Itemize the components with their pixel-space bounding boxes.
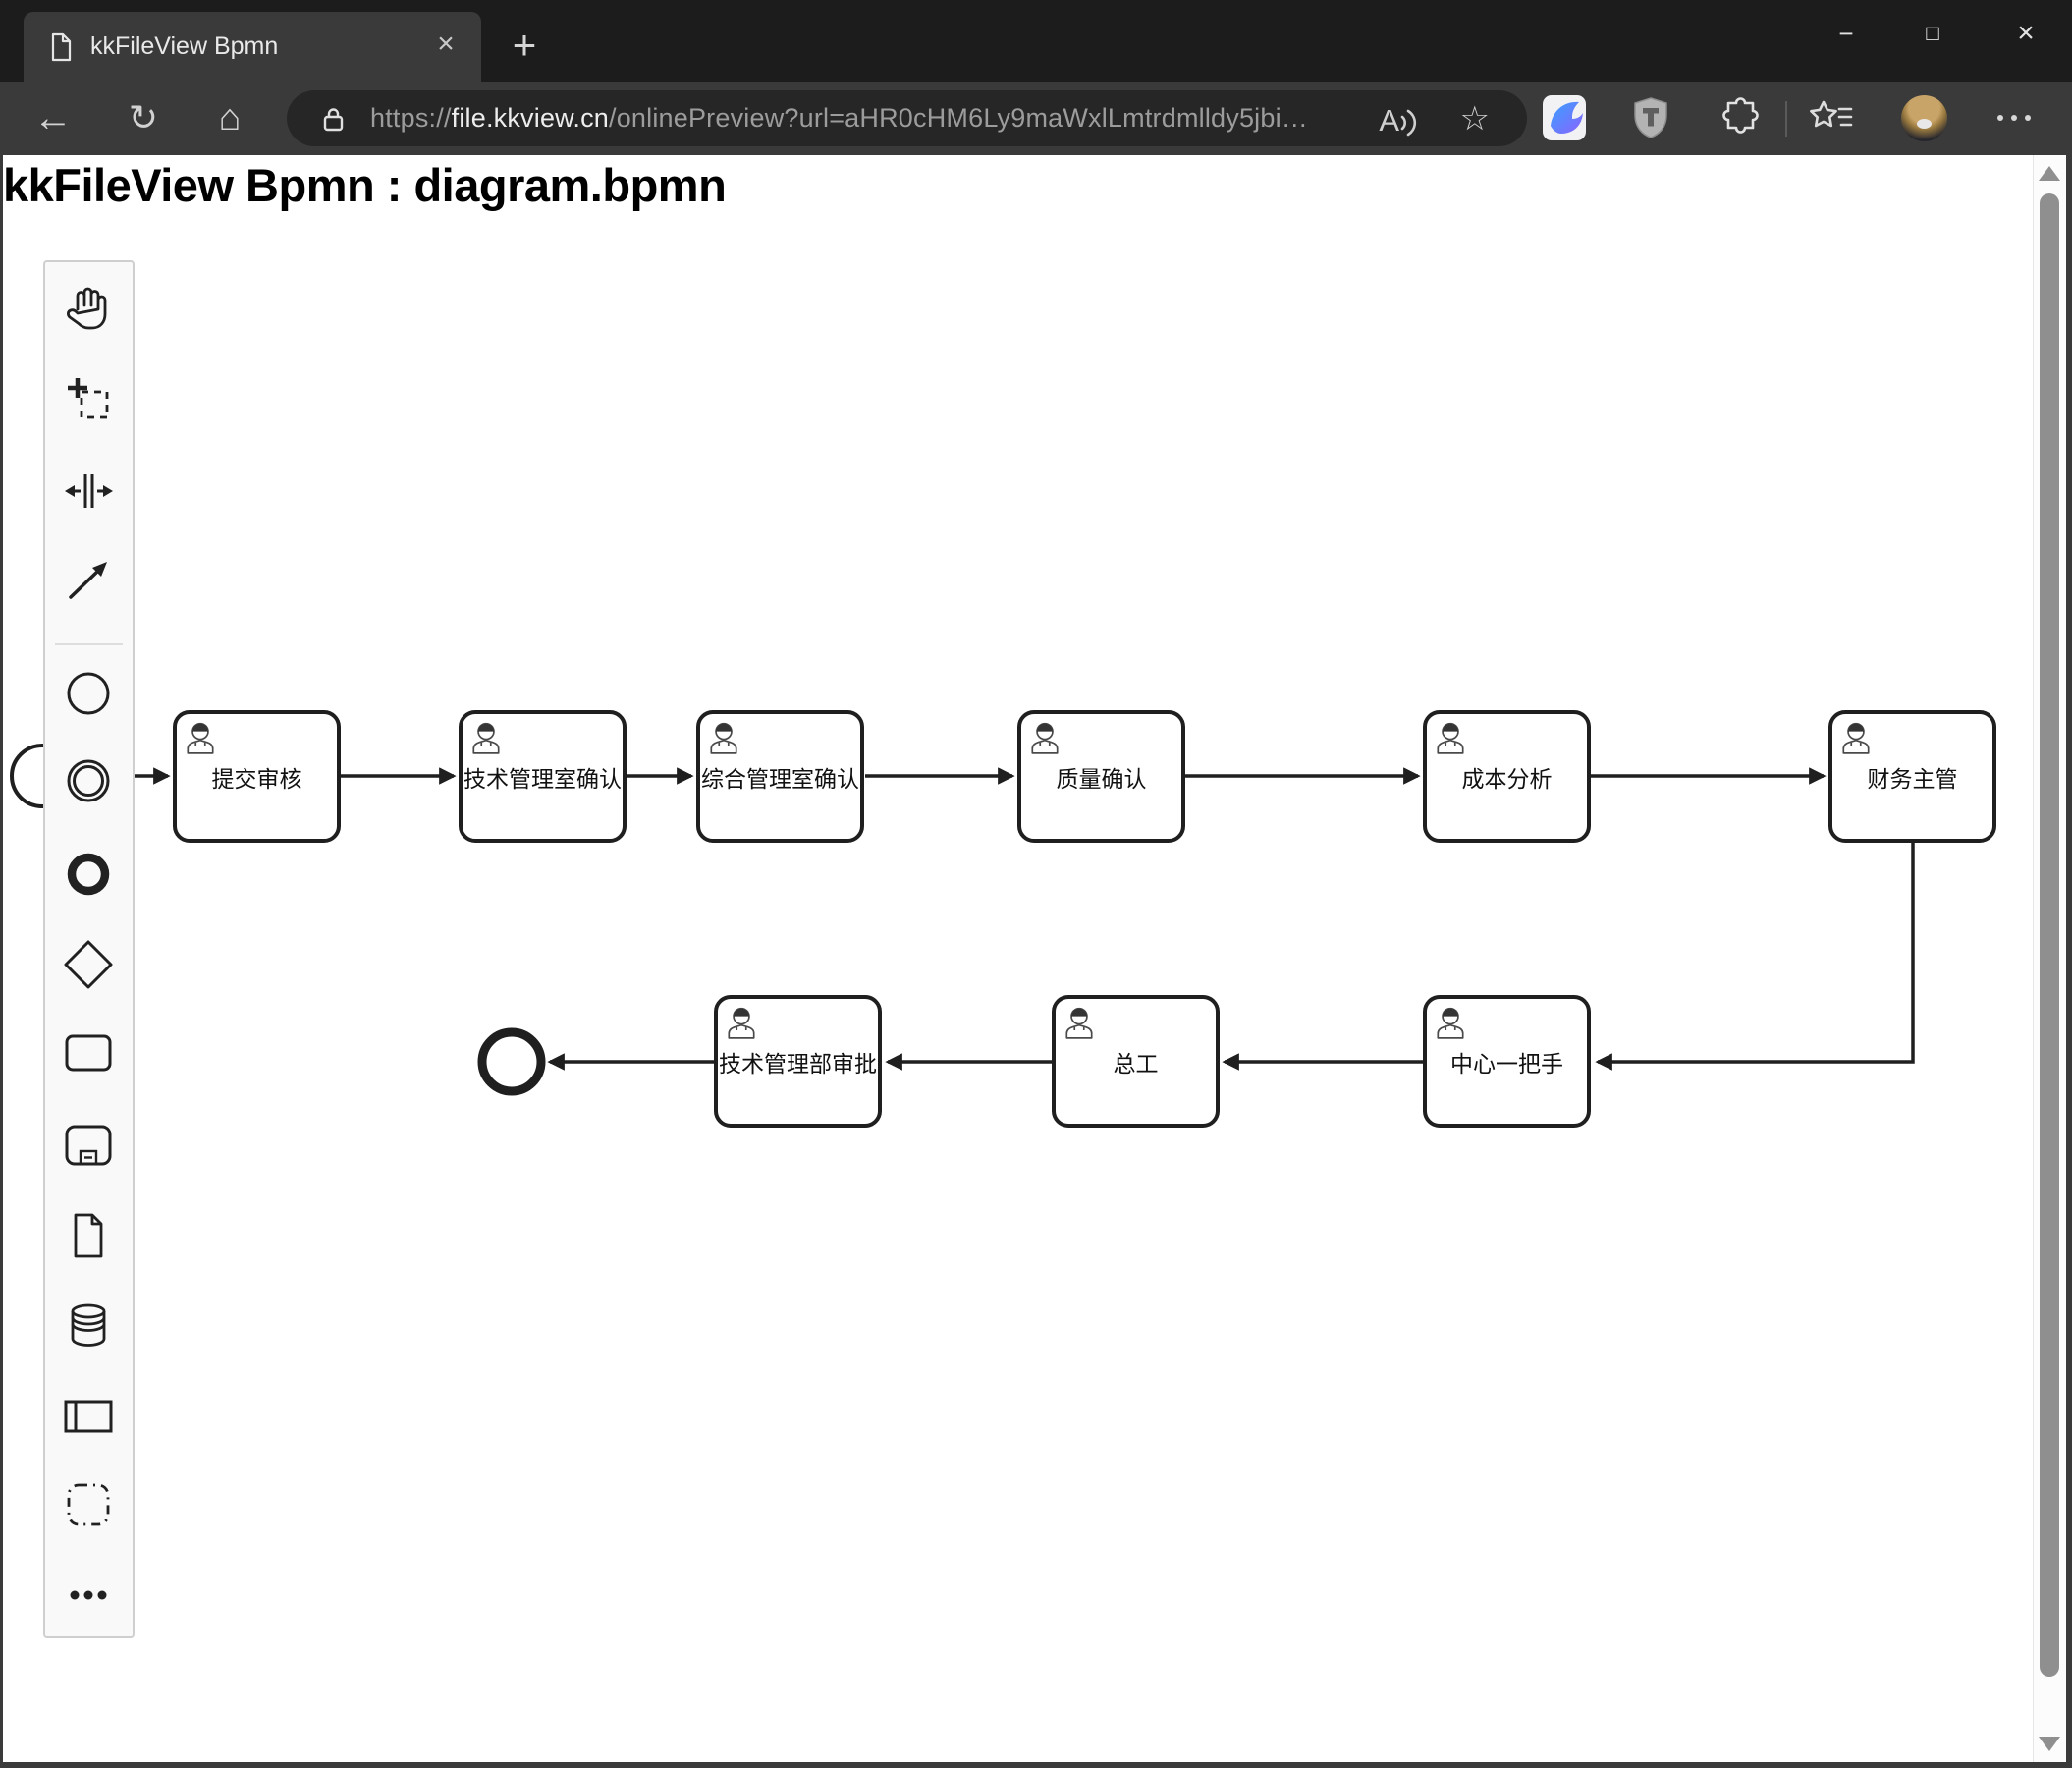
lasso-tool-icon[interactable] (62, 372, 115, 425)
create-participant-icon[interactable] (62, 1390, 115, 1443)
task-node[interactable]: 技术管理部审批 (714, 995, 882, 1128)
user-task-icon (472, 722, 500, 754)
create-data-store-icon[interactable] (62, 1298, 115, 1352)
create-group-icon[interactable] (62, 1478, 115, 1531)
page-document-icon (51, 32, 72, 61)
create-data-object-icon[interactable] (62, 1209, 115, 1262)
toolbar-divider (1785, 101, 1787, 137)
task-node[interactable]: 中心一把手 (1423, 995, 1591, 1128)
extension-bird-button[interactable] (1540, 93, 1589, 142)
task-node[interactable]: 提交审核 (173, 710, 341, 843)
extension-shield-button[interactable] (1626, 93, 1675, 142)
new-tab-button[interactable]: + (499, 22, 550, 73)
favorite-star-button[interactable]: ☆ (1460, 98, 1490, 139)
tab-title: kkFileView Bpmn (90, 32, 279, 60)
refresh-button[interactable]: ↻ (116, 89, 171, 146)
task-label: 财务主管 (1867, 765, 1958, 792)
task-label: 综合管理室确认 (701, 765, 859, 792)
browser-toolbar: ← ↻ ⌂ https://file.kkview.cn/onlinePrevi… (0, 82, 2072, 155)
bpmn-palette (43, 260, 135, 1638)
hand-tool-icon[interactable] (62, 283, 115, 336)
bpmn-canvas (10, 744, 1915, 1096)
profile-avatar[interactable] (1901, 95, 1947, 141)
scrollbar-thumb[interactable] (2040, 193, 2059, 1677)
create-intermediate-event-icon[interactable] (62, 754, 115, 807)
lock-icon (323, 107, 344, 131)
read-aloud-waves-icon (1400, 109, 1417, 137)
task-label: 成本分析 (1461, 765, 1553, 792)
task-label: 中心一把手 (1450, 1050, 1563, 1077)
page-title: kkFileView Bpmn : diagram.bpmn (3, 159, 727, 211)
scrollbar-down-icon[interactable] (2039, 1737, 2060, 1751)
global-connect-tool-icon[interactable] (62, 554, 115, 607)
user-task-icon (710, 722, 737, 754)
window-edge-right (2066, 155, 2072, 1768)
address-bar[interactable]: https://file.kkview.cn/onlinePreview?url… (287, 90, 1527, 146)
window-maximize-button[interactable]: □ (1898, 8, 1967, 59)
url-host: file.kkview.cn (451, 103, 609, 133)
task-label: 技术管理室确认 (463, 765, 622, 792)
user-task-icon (1437, 722, 1464, 754)
create-task-icon[interactable] (62, 1026, 115, 1079)
user-task-icon (1437, 1007, 1464, 1039)
task-node[interactable]: 财务主管 (1828, 710, 1996, 843)
task-label: 总工 (1113, 1050, 1159, 1077)
browser-window: kkFileView Bpmn × + − □ × ← ↻ ⌂ https://… (0, 0, 2072, 1768)
browser-tab[interactable]: kkFileView Bpmn × (24, 12, 481, 82)
back-button[interactable]: ← (26, 89, 81, 146)
tab-close-icon[interactable]: × (426, 26, 465, 65)
task-label: 质量确认 (1056, 765, 1147, 792)
task-node[interactable]: 质量确认 (1017, 710, 1185, 843)
window-minimize-button[interactable]: − (1812, 8, 1881, 59)
task-node[interactable]: 总工 (1052, 995, 1220, 1128)
space-tool-icon[interactable] (62, 465, 115, 518)
create-gateway-icon[interactable] (62, 938, 115, 991)
task-node[interactable]: 成本分析 (1423, 710, 1591, 843)
read-aloud-letter: A (1379, 103, 1399, 138)
create-start-event-icon[interactable] (62, 667, 115, 720)
url-scheme: https:// (370, 103, 452, 133)
url-path: /onlinePreview?url=aHR0cHM6Ly9maWxlLmtrd… (609, 103, 1308, 133)
task-label: 技术管理部审批 (719, 1050, 877, 1077)
read-aloud-button[interactable]: A (1379, 100, 1417, 138)
palette-separator (55, 643, 123, 645)
create-end-event-icon[interactable] (62, 848, 115, 901)
collections-button[interactable] (1807, 93, 1856, 142)
task-label: 提交审核 (211, 765, 302, 792)
scrollbar-up-icon[interactable] (2039, 166, 2060, 181)
task-node[interactable]: 综合管理室确认 (696, 710, 864, 843)
extensions-puzzle-button[interactable] (1713, 93, 1762, 142)
user-task-icon (1842, 722, 1870, 754)
home-button[interactable]: ⌂ (202, 89, 257, 146)
window-edge-left (0, 155, 3, 1768)
user-task-icon (1065, 1007, 1093, 1039)
window-edge-bottom (0, 1762, 2072, 1768)
window-close-button[interactable]: × (1991, 8, 2060, 59)
user-task-icon (187, 722, 214, 754)
titlebar: kkFileView Bpmn × + − □ × (0, 0, 2072, 82)
user-task-icon (1031, 722, 1059, 754)
task-node[interactable]: 技术管理室确认 (459, 710, 627, 843)
user-task-icon (728, 1007, 755, 1039)
end-event[interactable] (477, 1027, 546, 1096)
create-subprocess-icon[interactable] (62, 1119, 115, 1172)
flow-t6-t7 (1595, 842, 1915, 1071)
settings-menu-button[interactable] (1990, 93, 2039, 142)
more-tools-icon[interactable] (62, 1569, 115, 1622)
url-text: https://file.kkview.cn/onlinePreview?url… (370, 103, 1308, 134)
